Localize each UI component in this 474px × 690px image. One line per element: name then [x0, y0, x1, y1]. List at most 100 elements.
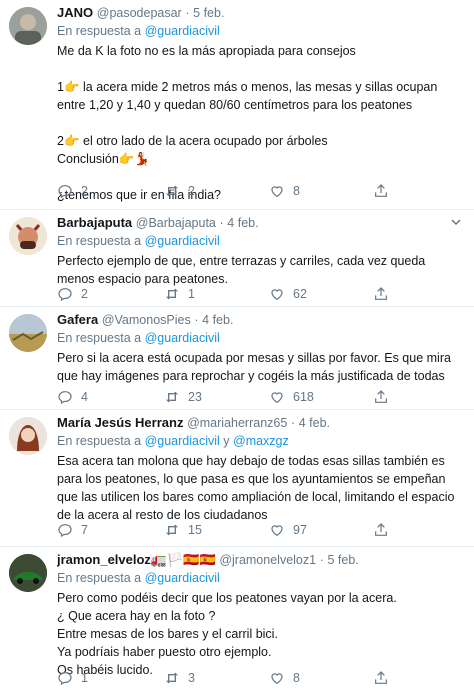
like-button[interactable]: 618 — [269, 388, 314, 406]
like-button[interactable]: 97 — [269, 521, 307, 539]
reply-context: En respuesta a @guardiacivil — [57, 22, 460, 40]
author-name[interactable]: María Jesús Herranz — [57, 415, 183, 430]
author-handle[interactable]: @Barbajaputa — [136, 216, 216, 230]
mention-link[interactable]: @guardiacivil — [145, 571, 220, 585]
reply-prefix: En respuesta a — [57, 571, 145, 585]
tweet-header: JANO @pasodepasar · 5 feb. — [57, 4, 460, 22]
retweet-button[interactable]: 2 — [164, 182, 195, 200]
reply-prefix: En respuesta a — [57, 234, 145, 248]
chevron-down-icon[interactable] — [450, 216, 462, 228]
text-line: Me da K la foto no es la más apropiada p… — [57, 44, 356, 58]
mention-link[interactable]: @guardiacivil — [145, 331, 220, 345]
author-name[interactable]: Gafera — [57, 312, 98, 327]
author-handle[interactable]: @mariaherranz65 — [187, 416, 287, 430]
text-line: Entre mesas de los bares y el carril bic… — [57, 627, 278, 641]
retweet-button[interactable]: 3 — [164, 669, 195, 687]
mention-link[interactable]: @guardiacivil — [145, 434, 220, 448]
reply-context: En respuesta a @guardiacivil — [57, 329, 460, 347]
heart-icon — [271, 289, 283, 301]
tweet[interactable]: JANO @pasodepasar · 5 feb. En respuesta … — [0, 0, 474, 210]
share-button[interactable] — [373, 521, 397, 539]
tweet-actions: 7 15 97 — [57, 521, 457, 539]
reply-button[interactable]: 2 — [57, 285, 88, 303]
avatar[interactable] — [9, 417, 47, 455]
tweet-actions: 2 1 62 — [57, 285, 457, 303]
reply-icon — [58, 391, 72, 405]
text-line: entre 1,20 y 1,40 y quedan 80/60 centíme… — [57, 98, 413, 112]
reply-count: 7 — [81, 523, 88, 537]
like-button[interactable]: 8 — [269, 669, 300, 687]
reply-count: 2 — [81, 184, 88, 198]
avatar[interactable] — [9, 7, 47, 45]
share-icon — [375, 671, 387, 684]
retweet-button[interactable]: 1 — [164, 285, 195, 303]
separator: · — [219, 216, 224, 230]
like-count: 62 — [293, 287, 307, 301]
tweet-header: Gafera @VamonosPies · 4 feb. — [57, 311, 460, 329]
retweet-count: 2 — [188, 184, 195, 198]
text-line: Pero como podéis decir que los peatones … — [57, 591, 397, 605]
text-line: Perfecto ejemplo de que, entre terrazas … — [57, 254, 426, 268]
like-button[interactable]: 62 — [269, 285, 307, 303]
author-name[interactable]: jramon_elveloz🚛🏳️🇪🇸🇪🇸 — [57, 552, 216, 567]
share-button[interactable] — [373, 285, 397, 303]
tweet-header: Barbajaputa @Barbajaputa · 4 feb. — [57, 214, 460, 232]
text-line: que las utilicen los bares como ampliaci… — [57, 490, 455, 504]
avatar[interactable] — [9, 314, 47, 352]
author-name[interactable]: JANO — [57, 5, 93, 20]
tweet-date[interactable]: 5 feb. — [328, 553, 359, 567]
reply-timeline: JANO @pasodepasar · 5 feb. En respuesta … — [0, 0, 474, 690]
reply-button[interactable]: 4 — [57, 388, 88, 406]
tweet-actions: 4 23 618 — [57, 388, 457, 406]
share-button[interactable] — [373, 182, 397, 200]
avatar[interactable] — [9, 217, 47, 255]
text-line: Conclusión👉💃 — [57, 152, 150, 166]
text-line: Pero si la acera está ocupada por mesas … — [57, 351, 451, 365]
text-line: para los peatones, lo que pasa es que lo… — [57, 472, 446, 486]
reply-button[interactable]: 2 — [57, 182, 88, 200]
tweet[interactable]: jramon_elveloz🚛🏳️🇪🇸🇪🇸 @jramonelveloz1 · … — [0, 547, 474, 690]
mention-link[interactable]: @maxzgz — [233, 434, 289, 448]
tweet-text: Pero como podéis decir que los peatones … — [57, 589, 460, 679]
retweet-icon — [166, 672, 178, 684]
tweet-header: jramon_elveloz🚛🏳️🇪🇸🇪🇸 @jramonelveloz1 · … — [57, 551, 460, 569]
share-button[interactable] — [373, 669, 397, 687]
reply-icon — [58, 524, 72, 538]
tweet-date[interactable]: 4 feb. — [202, 313, 233, 327]
avatar[interactable] — [9, 554, 47, 592]
tweet-body: Barbajaputa @Barbajaputa · 4 feb. En res… — [57, 214, 460, 288]
tweet-body: jramon_elveloz🚛🏳️🇪🇸🇪🇸 @jramonelveloz1 · … — [57, 551, 460, 679]
tweet-text: Esa acera tan molona que hay debajo de t… — [57, 452, 460, 524]
share-icon — [375, 390, 387, 403]
tweet-date[interactable]: 4 feb. — [227, 216, 258, 230]
retweet-count: 3 — [188, 671, 195, 685]
reply-context: En respuesta a @guardiacivil y @maxzgz — [57, 432, 460, 450]
author-handle[interactable]: @VamonosPies — [102, 313, 191, 327]
tweet-body: JANO @pasodepasar · 5 feb. En respuesta … — [57, 4, 460, 204]
like-count: 8 — [293, 671, 300, 685]
tweet[interactable]: Barbajaputa @Barbajaputa · 4 feb. En res… — [0, 210, 474, 307]
like-button[interactable]: 8 — [269, 182, 300, 200]
author-handle[interactable]: @pasodepasar — [97, 6, 182, 20]
tweet[interactable]: Gafera @VamonosPies · 4 feb. En respuest… — [0, 307, 474, 410]
share-button[interactable] — [373, 388, 397, 406]
tweet-header: María Jesús Herranz @mariaherranz65 · 4 … — [57, 414, 460, 432]
tweet-body: Gafera @VamonosPies · 4 feb. En respuest… — [57, 311, 460, 385]
mention-link[interactable]: @guardiacivil — [145, 24, 220, 38]
tweet-date[interactable]: 5 feb. — [193, 6, 224, 20]
tweet-text: Me da K la foto no es la más apropiada p… — [57, 42, 460, 204]
reply-button[interactable]: 7 — [57, 521, 88, 539]
reply-button[interactable]: 1 — [57, 669, 88, 687]
tweet-date[interactable]: 4 feb. — [299, 416, 330, 430]
reply-count: 4 — [81, 390, 88, 404]
tweet[interactable]: María Jesús Herranz @mariaherranz65 · 4 … — [0, 410, 474, 547]
reply-icon — [58, 288, 72, 302]
retweet-button[interactable]: 15 — [164, 521, 202, 539]
author-name[interactable]: Barbajaputa — [57, 215, 132, 230]
heart-icon — [271, 525, 283, 537]
mention-link[interactable]: @guardiacivil — [145, 234, 220, 248]
reply-prefix: En respuesta a — [57, 24, 145, 38]
reply-context: En respuesta a @guardiacivil — [57, 569, 460, 587]
retweet-button[interactable]: 23 — [164, 388, 202, 406]
author-handle[interactable]: @jramonelveloz1 — [219, 553, 316, 567]
